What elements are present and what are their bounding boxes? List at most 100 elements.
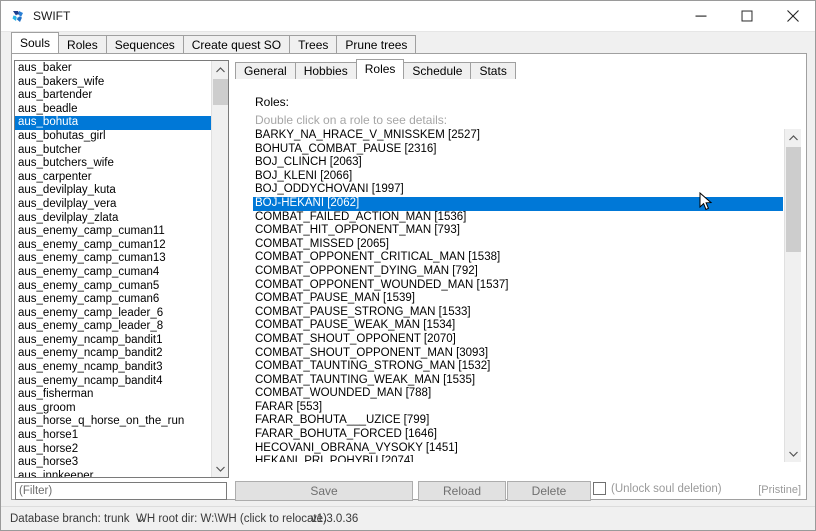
title-bar: SWIFT <box>1 1 815 32</box>
roles-list-item[interactable]: BOJ_CLINCH [2063] <box>253 156 781 170</box>
souls-list-item[interactable]: aus_horse_q_horse_on_the_run <box>15 415 212 429</box>
souls-list-item[interactable]: aus_horse1 <box>15 429 212 443</box>
detail-tab-general[interactable]: General <box>235 62 296 79</box>
souls-list-item[interactable]: aus_groom <box>15 402 212 416</box>
roles-list-item[interactable]: FARAR_BOHUTA_FORCED [1646] <box>253 428 781 442</box>
roles-list-item[interactable]: COMBAT_PAUSE_WEAK_MAN [1534] <box>253 319 781 333</box>
souls-list-item[interactable]: aus_butchers_wife <box>15 157 212 171</box>
roles-list-item[interactable]: BOJ-HEKANI [2062] <box>253 196 783 211</box>
roles-list-item[interactable]: BARKY_NA_HRACE_V_MNISSKEM [2527] <box>253 129 781 143</box>
wh-root-dir-link[interactable]: WH root dir: W:\WH (click to relocate) <box>136 513 327 525</box>
souls-list-item[interactable]: aus_baker <box>15 62 212 76</box>
souls-list-item[interactable]: aus_enemy_ncamp_bandit2 <box>15 347 212 361</box>
unlock-soul-deletion-checkbox[interactable] <box>593 482 606 495</box>
filter-input[interactable] <box>15 482 227 500</box>
swift-application-window: SWIFT Souls Roles Sequences Create quest SO… <box>0 0 816 531</box>
roles-list-item[interactable]: COMBAT_TAUNTING_WEAK_MAN [1535] <box>253 374 781 388</box>
roles-list-item[interactable]: COMBAT_SHOUT_OPPONENT [2070] <box>253 333 781 347</box>
roles-list-item[interactable]: COMBAT_OPPONENT_CRITICAL_MAN [1538] <box>253 251 781 265</box>
roles-heading: Roles: <box>255 95 290 109</box>
souls-list-item[interactable]: aus_enemy_ncamp_bandit4 <box>15 375 212 389</box>
souls-list-item[interactable]: aus_fisherman <box>15 388 212 402</box>
souls-scroll-thumb[interactable] <box>213 79 228 105</box>
souls-list-item[interactable]: aus_enemy_camp_cuman4 <box>15 266 212 280</box>
souls-list-item[interactable]: aus_horse3 <box>15 456 212 470</box>
scroll-up-arrow-roles[interactable] <box>785 129 801 146</box>
tab-trees[interactable]: Trees <box>289 35 338 53</box>
save-button[interactable]: Save <box>235 481 413 501</box>
souls-list-item[interactable]: aus_devilplay_zlata <box>15 212 212 226</box>
scroll-up-arrow-souls[interactable] <box>212 61 228 78</box>
roles-list-item[interactable]: COMBAT_SHOUT_OPPONENT_MAN [3093] <box>253 347 781 361</box>
roles-list-item[interactable]: COMBAT_OPPONENT_WOUNDED_MAN [1537] <box>253 279 781 293</box>
detail-tab-stats[interactable]: Stats <box>470 62 516 79</box>
detail-tab-schedule[interactable]: Schedule <box>403 62 472 79</box>
detail-tab-strip: General Hobbies Roles Schedule Stats <box>235 59 516 79</box>
souls-list-item[interactable]: aus_enemy_camp_cuman12 <box>15 239 212 253</box>
roles-list-item[interactable]: HECOVANI_OBRANA_VYSOKY [1451] <box>253 442 781 456</box>
status-bar: Database branch: trunk WH root dir: W:\W… <box>1 506 815 530</box>
souls-list-item[interactable]: aus_butcher <box>15 144 212 158</box>
souls-list-item[interactable]: aus_enemy_ncamp_bandit1 <box>15 334 212 348</box>
souls-list-item[interactable]: aus_enemy_ncamp_bandit3 <box>15 361 212 375</box>
delete-button[interactable]: Delete <box>507 481 591 501</box>
unlock-soul-deletion-control[interactable]: (Unlock soul deletion) <box>593 482 722 495</box>
soul-detail-area: General Hobbies Roles Schedule Stats Roles: … <box>235 57 801 478</box>
roles-list-item[interactable]: COMBAT_HIT_OPPONENT_MAN [793] <box>253 224 781 238</box>
roles-list-item[interactable]: FARAR_BOHUTA___UZICE [799] <box>253 414 781 428</box>
detail-tab-hobbies[interactable]: Hobbies <box>294 62 357 79</box>
roles-list-items: BARKY_NA_HRACE_V_MNISSKEM [2527] BOHUTA_C… <box>253 129 783 462</box>
souls-list-item[interactable]: aus_innkeeper <box>15 470 212 477</box>
scroll-down-arrow-roles[interactable] <box>785 445 801 462</box>
roles-list-item[interactable]: COMBAT_PAUSE_STRONG_MAN [1533] <box>253 306 781 320</box>
roles-list-item[interactable]: HEKANI_PRI_POHYBU [2074] <box>253 455 781 462</box>
roles-list-item[interactable]: BOJ_ODDYCHOVANI [1997] <box>253 183 781 197</box>
roles-list-item[interactable]: COMBAT_TAUNTING_STRONG_MAN [1532] <box>253 360 781 374</box>
roles-list-item[interactable]: COMBAT_OPPONENT_DYING_MAN [792] <box>253 265 781 279</box>
roles-list-item[interactable]: COMBAT_MISSED [2065] <box>253 238 781 252</box>
tab-create-quest-so[interactable]: Create quest SO <box>182 35 291 53</box>
swift-logo-icon <box>10 9 26 25</box>
roles-hint-text: Double click on a role to see details: <box>255 113 448 127</box>
window-title: SWIFT <box>33 9 71 23</box>
minimize-button[interactable] <box>678 1 724 31</box>
souls-list-item[interactable]: aus_bohutas_girl <box>15 130 212 144</box>
souls-list-item[interactable]: aus_horse2 <box>15 443 212 457</box>
roles-scroll-thumb[interactable] <box>786 147 801 252</box>
detail-tab-roles[interactable]: Roles <box>355 59 405 79</box>
souls-list-item[interactable]: aus_enemy_camp_cuman13 <box>15 252 212 266</box>
roles-list[interactable]: BARKY_NA_HRACE_V_MNISSKEM [2527] BOHUTA_C… <box>253 129 801 462</box>
tab-sequences[interactable]: Sequences <box>105 35 184 53</box>
version-label: v1.3.0.36 <box>311 513 359 525</box>
souls-list-scrollbar[interactable] <box>211 61 228 477</box>
souls-list-item[interactable]: aus_devilplay_vera <box>15 198 212 212</box>
roles-list-item[interactable]: FARAR [553] <box>253 401 781 415</box>
database-branch-label: Database branch: trunk <box>10 513 130 525</box>
reload-button[interactable]: Reload <box>418 481 506 501</box>
souls-list-item[interactable]: aus_devilplay_kuta <box>15 184 212 198</box>
souls-list-item[interactable]: aus_enemy_camp_leader_6 <box>15 307 212 321</box>
tab-souls[interactable]: Souls <box>11 32 60 53</box>
scroll-down-arrow-souls[interactable] <box>212 460 228 477</box>
close-button[interactable] <box>770 1 815 31</box>
roles-list-item[interactable]: BOHUTA_COMBAT_PAUSE [2316] <box>253 143 781 157</box>
database-branch-selector[interactable]: Database branch: trunk <box>10 513 144 525</box>
roles-list-item[interactable]: COMBAT_PAUSE_MAN [1539] <box>253 292 781 306</box>
souls-list-item[interactable]: aus_bartender <box>15 89 212 103</box>
roles-list-item[interactable]: COMBAT_WOUNDED_MAN [788] <box>253 387 781 401</box>
roles-list-item[interactable]: BOJ_KLENI [2066] <box>253 170 781 184</box>
roles-list-scrollbar[interactable] <box>784 129 801 462</box>
maximize-button[interactable] <box>724 1 770 31</box>
souls-list-item[interactable]: aus_bakers_wife <box>15 76 212 90</box>
souls-list-item[interactable]: aus_enemy_camp_cuman5 <box>15 280 212 294</box>
souls-list-item[interactable]: aus_beadle <box>15 103 212 117</box>
roles-list-item[interactable]: COMBAT_FAILED_ACTION_MAN [1536] <box>253 211 781 225</box>
souls-list-item[interactable]: aus_carpenter <box>15 171 212 185</box>
tab-prune-trees[interactable]: Prune trees <box>336 35 417 53</box>
tab-roles[interactable]: Roles <box>58 35 107 53</box>
souls-list-item[interactable]: aus_enemy_camp_cuman6 <box>15 293 212 307</box>
souls-list-item[interactable]: aus_enemy_camp_cuman11 <box>15 225 212 239</box>
souls-list-item[interactable]: aus_enemy_camp_leader_8 <box>15 320 212 334</box>
souls-list-item[interactable]: aus_bohuta <box>15 116 212 130</box>
souls-list[interactable]: aus_baker aus_bakers_wife aus_bartender aus… <box>14 60 229 478</box>
